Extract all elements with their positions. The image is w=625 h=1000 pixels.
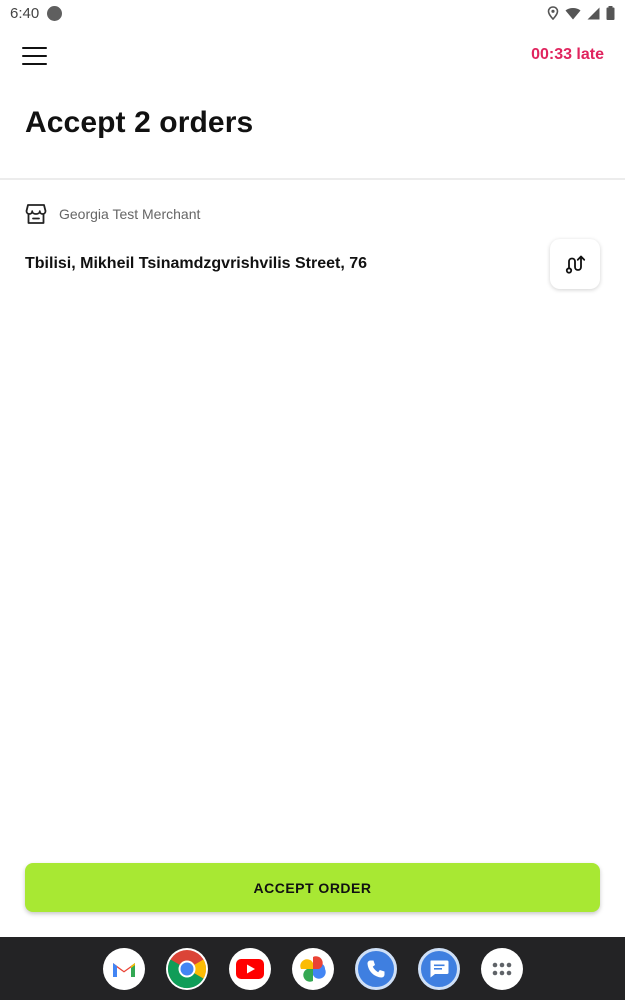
youtube-icon[interactable]	[228, 947, 271, 990]
gmail-icon[interactable]	[102, 947, 145, 990]
status-left: 6:40	[10, 4, 63, 22]
battery-icon	[606, 6, 615, 20]
page-title: Accept 2 orders	[25, 106, 254, 139]
status-time: 6:40	[10, 4, 40, 22]
pickup-address: Tbilisi, Mikheil Tsinamdzgvrishvilis Str…	[25, 255, 368, 272]
status-bar: 6:40	[0, 0, 625, 26]
merchant-row: Georgia Test Merchant	[25, 203, 200, 225]
signal-icon	[587, 7, 600, 19]
messages-icon[interactable]	[417, 947, 460, 990]
chrome-icon[interactable]	[165, 947, 208, 990]
notification-dot-icon	[47, 5, 63, 21]
phone-icon[interactable]	[354, 947, 397, 990]
location-icon	[547, 6, 559, 20]
header-divider	[0, 178, 625, 180]
wifi-icon	[565, 7, 581, 20]
accept-order-button[interactable]: ACCEPT ORDER	[25, 863, 600, 912]
late-timer: 00:33 late	[531, 46, 604, 63]
system-dock	[0, 937, 625, 1000]
merchant-name: Georgia Test Merchant	[59, 206, 201, 222]
status-right	[547, 6, 615, 20]
app-drawer-icon[interactable]	[480, 947, 523, 990]
route-icon	[565, 255, 586, 274]
app-bar: 00:33 late	[0, 36, 625, 76]
store-icon	[25, 204, 47, 224]
hamburger-menu-icon[interactable]	[22, 42, 54, 70]
route-button[interactable]	[550, 239, 600, 289]
photos-icon[interactable]	[291, 947, 334, 990]
